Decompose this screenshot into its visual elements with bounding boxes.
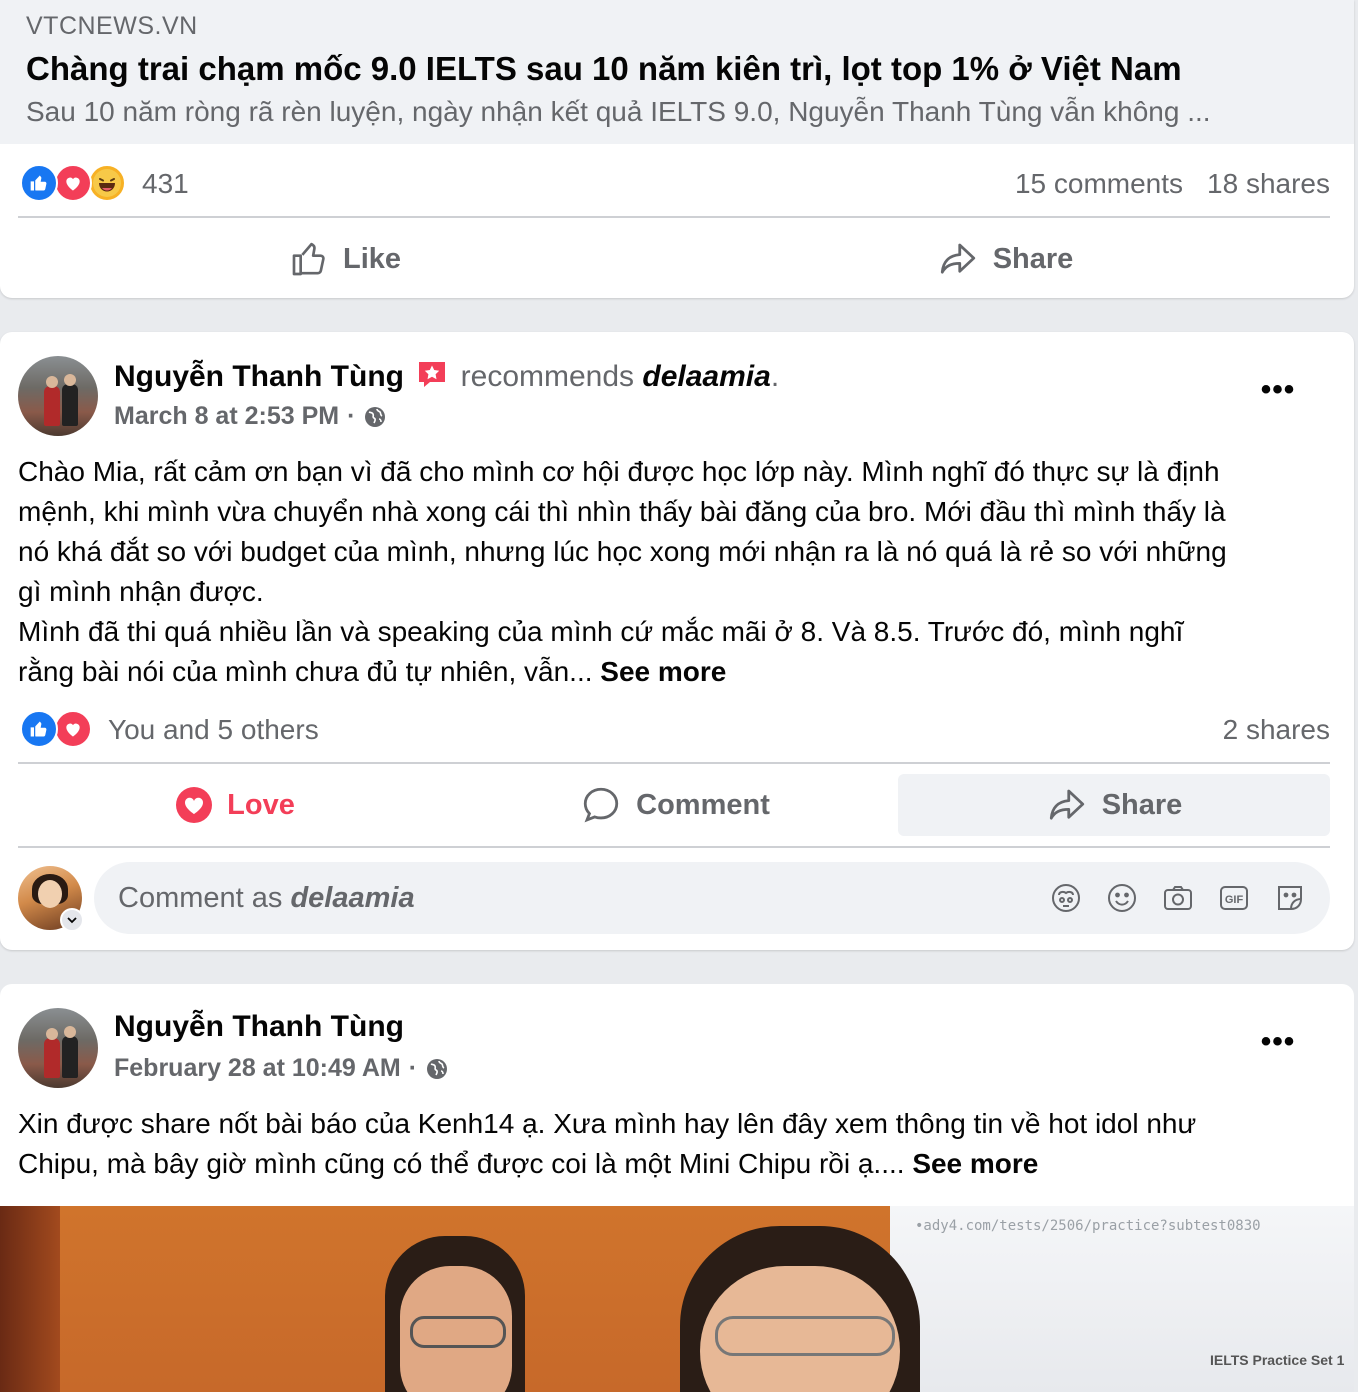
comment-placeholder: Comment as delaamia [118,882,415,915]
comment-button[interactable]: Comment [460,774,890,836]
share-arrow-icon [1049,789,1084,820]
link-preview[interactable]: VTCNEWS.VN Chàng trai chạm mốc 9.0 IELTS… [0,0,1354,144]
post-timestamp: March 8 at 2:53 PM · [114,402,387,431]
see-more-link[interactable]: See more [600,656,726,687]
share-button[interactable]: Share [898,774,1330,836]
reaction-names[interactable]: You and 5 others [108,714,319,746]
shares-count[interactable]: 18 shares [1207,168,1330,199]
post-text-line: mệnh, khi mình vừa chuyển nhà xong cái t… [18,496,1226,527]
love-icon [176,787,213,823]
comment-label: Comment [636,788,770,821]
comments-count[interactable]: 15 comments [1015,168,1183,199]
timestamp[interactable]: February 28 at 10:49 AM [114,1054,401,1083]
comment-tools: GIF [1030,878,1310,918]
camera-icon[interactable] [1158,878,1198,918]
post-text-line: nó khá đắt so với budget của mình, nhưng… [18,536,1227,567]
post-photo[interactable]: •ady4.com/tests/2506/practice?subtest083… [0,1206,1354,1392]
engagement-meta: 2 shares [1223,714,1330,746]
like-button[interactable]: Like [20,228,670,290]
post-text-line: Chipu, mà bây giờ mình cũng có thể được … [18,1148,913,1179]
chevron-down-icon[interactable] [60,908,84,932]
share-arrow-icon [940,243,975,274]
period: . [770,360,780,393]
link-description: Sau 10 năm ròng rã rèn luyện, ngày nhận … [26,96,1211,127]
link-title[interactable]: Chàng trai chạm mốc 9.0 IELTS sau 10 năm… [26,50,1182,88]
recommend-star-icon [416,358,448,390]
post-text-line: Xin được share nốt bài báo của Kenh14 ạ.… [18,1108,1197,1139]
globe-icon [427,1058,448,1079]
link-domain: VTCNEWS.VN [26,12,198,40]
share-label: Share [1101,788,1183,821]
like-label: Like [342,242,402,275]
divider [18,846,1330,848]
reactions-summary[interactable]: You and 5 others 2 shares [20,710,1330,750]
post-text-line: gì mình nhận được. [18,576,264,607]
like-reaction-icon [20,710,58,748]
photo-caption-text: IELTS Practice Set 1 [1210,1352,1345,1368]
post-body: Chào Mia, rất cảm ơn bạn vì đã cho mình … [18,452,1338,692]
divider [18,762,1330,764]
author-avatar[interactable] [18,1008,98,1088]
comment-prefix: Comment as [118,882,291,914]
shares-count[interactable]: 2 shares [1223,714,1330,745]
comment-as-name: delaamia [290,882,415,914]
reaction-icons[interactable] [20,164,126,202]
divider [18,216,1330,218]
emoji-icon[interactable] [1102,878,1142,918]
recommended-page-name[interactable]: delaamia [642,360,770,393]
love-label: Love [227,788,295,821]
love-reaction-icon [54,710,92,748]
post-text-line: Mình đã thi quá nhiều lần và speaking củ… [18,616,1184,647]
post-card: Nguyễn Thanh Tùng February 28 at 10:49 A… [0,984,1354,1392]
reaction-count[interactable]: 431 [142,168,189,200]
reaction-icons[interactable] [20,710,92,748]
comment-bubble-icon [583,787,619,823]
love-reaction-icon [54,164,92,202]
gif-text: GIF [1225,894,1244,906]
post-header: Nguyễn Thanh Tùng recommends delaamia. [114,358,779,394]
shared-post-card: VTCNEWS.VN Chàng trai chạm mốc 9.0 IELTS… [0,0,1354,298]
like-reaction-icon [20,164,58,202]
more-options-button[interactable]: ••• [1258,370,1298,410]
more-options-button[interactable]: ••• [1258,1022,1298,1062]
separator: · [408,1054,418,1082]
comment-input[interactable]: Comment as delaamia GIF [94,862,1330,934]
author-avatar[interactable] [18,356,98,436]
share-button[interactable]: Share [680,228,1330,290]
sticker-icon[interactable] [1270,878,1310,918]
engagement-meta: 15 comments 18 shares [1015,168,1330,200]
reactions-summary[interactable]: 431 15 comments 18 shares [20,164,1330,204]
recommends-text: recommends [460,360,635,393]
author-name[interactable]: Nguyễn Thanh Tùng [114,360,404,393]
post-timestamp: February 28 at 10:49 AM · [114,1054,449,1083]
post-body: Xin được share nốt bài báo của Kenh14 ạ.… [18,1104,1338,1184]
thumbs-up-icon [292,242,325,276]
share-label: Share [992,242,1074,275]
avatar-sticker-icon[interactable] [1046,878,1086,918]
photo-url-text: •ady4.com/tests/2506/practice?subtest083… [915,1218,1261,1234]
post-text-line: rằng bài nói của mình chưa đủ tự nhiên, … [18,656,601,687]
see-more-link[interactable]: See more [912,1148,1038,1179]
timestamp[interactable]: March 8 at 2:53 PM [114,402,339,431]
love-button[interactable]: Love [20,774,450,836]
gif-icon[interactable]: GIF [1214,878,1254,918]
haha-reaction-icon [88,164,126,202]
globe-icon [365,406,386,427]
separator: · [347,402,356,430]
post-text-line: Chào Mia, rất cảm ơn bạn vì đã cho mình … [18,456,1220,487]
recommendation-post-card: Nguyễn Thanh Tùng recommends delaamia. M… [0,332,1354,950]
post-header: Nguyễn Thanh Tùng [114,1010,404,1044]
author-name[interactable]: Nguyễn Thanh Tùng [114,1010,404,1043]
